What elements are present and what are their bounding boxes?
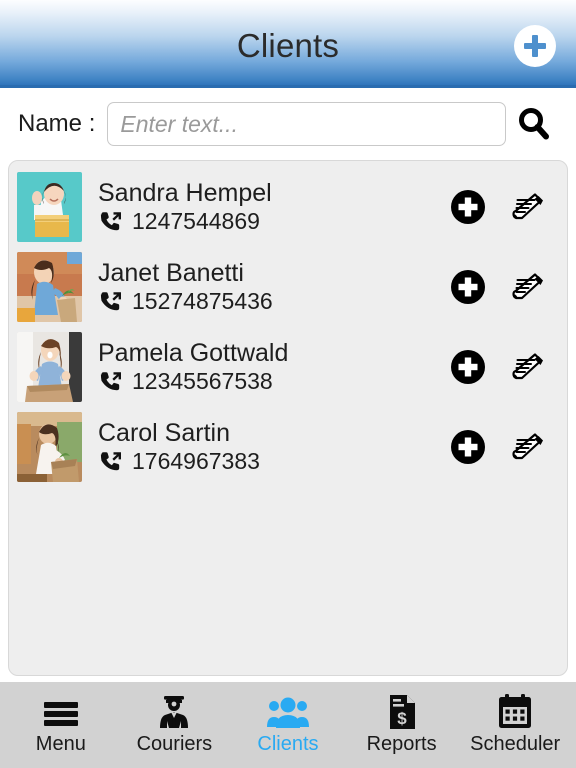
plus-circle-icon bbox=[451, 430, 485, 464]
edit-document-icon bbox=[512, 353, 543, 380]
edit-client-button[interactable] bbox=[509, 268, 547, 306]
nav-item-reports[interactable]: $ Reports bbox=[347, 693, 457, 754]
nav-icon-wrap bbox=[41, 693, 81, 731]
client-phone: 12345567538 bbox=[132, 367, 273, 394]
nav-label: Couriers bbox=[136, 732, 213, 755]
avatar bbox=[17, 252, 82, 322]
avatar-image bbox=[17, 332, 82, 402]
plus-circle-icon bbox=[451, 270, 485, 304]
plus-circle-icon-vertical bbox=[531, 35, 539, 57]
row-actions bbox=[449, 268, 553, 306]
courier-person-icon bbox=[160, 695, 189, 728]
plus-circle-icon bbox=[451, 350, 485, 384]
search-label: Name : bbox=[18, 110, 96, 137]
calendar-icon bbox=[499, 693, 532, 728]
add-order-button[interactable] bbox=[449, 188, 487, 226]
client-info: Pamela Gottwald 12345567538 bbox=[82, 340, 449, 395]
avatar-image bbox=[17, 252, 82, 322]
edit-client-button[interactable] bbox=[509, 348, 547, 386]
client-row[interactable]: Carol Sartin 1764967383 bbox=[9, 407, 567, 487]
client-row[interactable]: Pamela Gottwald 12345567538 bbox=[9, 327, 567, 407]
edit-client-button[interactable] bbox=[509, 428, 547, 466]
client-list-container: Sandra Hempel 1247544869 Janet Banetti 1… bbox=[0, 160, 576, 682]
client-phone-line: 1764967383 bbox=[98, 447, 449, 475]
avatar-image bbox=[17, 172, 82, 242]
clients-screen: Clients Name : Enter text... Sandra Hemp… bbox=[0, 0, 576, 768]
app-header: Clients bbox=[0, 0, 576, 88]
client-phone: 15274875436 bbox=[132, 287, 273, 314]
svg-text:$: $ bbox=[397, 709, 407, 728]
add-order-button[interactable] bbox=[449, 348, 487, 386]
client-info: Carol Sartin 1764967383 bbox=[82, 420, 449, 475]
nav-label: Scheduler bbox=[470, 732, 561, 755]
avatar bbox=[17, 172, 82, 242]
outgoing-call-icon bbox=[100, 211, 121, 230]
avatar bbox=[17, 332, 82, 402]
edit-document-icon bbox=[512, 273, 543, 300]
outgoing-call-icon bbox=[100, 371, 121, 390]
avatar-image bbox=[17, 412, 82, 482]
edit-document-icon bbox=[512, 193, 543, 220]
search-input[interactable] bbox=[107, 102, 506, 146]
client-name: Janet Banetti bbox=[98, 259, 244, 287]
plus-circle-icon bbox=[451, 190, 485, 224]
add-order-button[interactable] bbox=[449, 268, 487, 306]
nav-icon-wrap: $ bbox=[385, 693, 419, 731]
client-row[interactable]: Sandra Hempel 1247544869 bbox=[9, 167, 567, 247]
row-actions bbox=[449, 188, 553, 226]
client-info: Sandra Hempel 1247544869 bbox=[82, 180, 449, 235]
client-phone: 1247544869 bbox=[132, 207, 260, 234]
client-phone-line: 12345567538 bbox=[98, 367, 449, 395]
add-client-button[interactable] bbox=[514, 25, 556, 67]
page-title: Clients bbox=[236, 27, 340, 64]
client-name: Carol Sartin bbox=[98, 419, 230, 447]
hamburger-menu-icon bbox=[43, 701, 78, 726]
nav-label: Menu bbox=[35, 732, 86, 755]
row-actions bbox=[449, 348, 553, 386]
add-order-button[interactable] bbox=[449, 428, 487, 466]
edit-document-icon bbox=[512, 433, 543, 460]
search-button[interactable] bbox=[506, 99, 562, 149]
client-phone-line: 15274875436 bbox=[98, 287, 449, 315]
nav-icon-wrap bbox=[266, 693, 310, 731]
nav-label: Reports bbox=[366, 732, 437, 755]
row-actions bbox=[449, 428, 553, 466]
search-bar: Name : bbox=[0, 88, 576, 160]
nav-item-clients[interactable]: Clients bbox=[233, 693, 343, 754]
nav-icon-wrap bbox=[496, 693, 534, 731]
client-info: Janet Banetti 15274875436 bbox=[82, 260, 449, 315]
client-name: Sandra Hempel bbox=[98, 179, 272, 207]
nav-label: Clients bbox=[257, 732, 319, 755]
nav-item-couriers[interactable]: Couriers bbox=[119, 693, 229, 754]
edit-client-button[interactable] bbox=[509, 188, 547, 226]
search-icon bbox=[519, 108, 549, 140]
bottom-navigation: Menu Couriers Clients $ Reports Schedule… bbox=[0, 682, 576, 768]
outgoing-call-icon bbox=[100, 291, 121, 310]
people-group-icon bbox=[266, 697, 309, 728]
document-dollar-icon: $ bbox=[389, 694, 415, 729]
nav-icon-wrap bbox=[155, 693, 193, 731]
client-list-card[interactable]: Sandra Hempel 1247544869 Janet Banetti 1… bbox=[8, 160, 568, 676]
client-phone: 1764967383 bbox=[132, 447, 260, 474]
client-row[interactable]: Janet Banetti 15274875436 bbox=[9, 247, 567, 327]
outgoing-call-icon bbox=[100, 451, 121, 470]
nav-item-scheduler[interactable]: Scheduler bbox=[460, 693, 570, 754]
client-phone-line: 1247544869 bbox=[98, 207, 449, 235]
avatar bbox=[17, 412, 82, 482]
client-name: Pamela Gottwald bbox=[98, 339, 289, 367]
nav-item-menu[interactable]: Menu bbox=[6, 693, 116, 754]
